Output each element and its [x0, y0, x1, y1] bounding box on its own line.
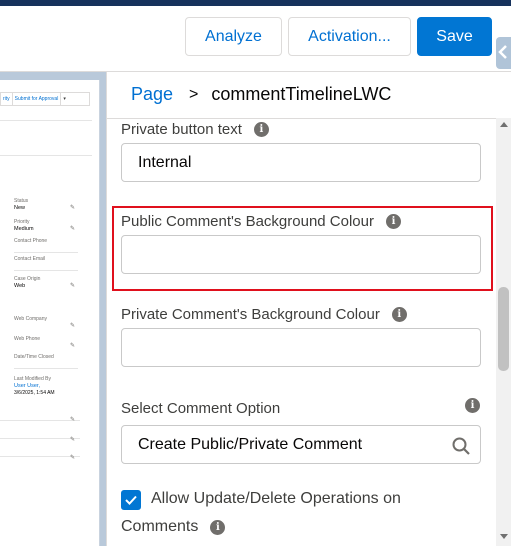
chevron-left-icon	[498, 45, 507, 59]
public-bg-colour-label: Public Comment's Background Colour i	[121, 213, 401, 230]
save-button[interactable]: Save	[417, 17, 492, 56]
divider	[107, 118, 496, 119]
page-canvas[interactable]: rity Submit for Approval ▾ Status New ✎ …	[0, 72, 106, 546]
info-icon[interactable]: i	[391, 307, 407, 322]
activation-button[interactable]: Activation...	[288, 17, 411, 56]
preview-divider	[0, 420, 80, 421]
private-button-text-input[interactable]: Internal	[121, 143, 481, 182]
info-icon[interactable]: i	[465, 398, 480, 413]
preview-divider	[0, 456, 80, 457]
breadcrumb-current: commentTimelineLWC	[211, 84, 392, 104]
comment-option-combobox[interactable]: Create Public/Private Comment	[121, 425, 481, 464]
allow-update-checkbox[interactable]	[121, 490, 141, 510]
pencil-icon: ✎	[70, 205, 76, 211]
pencil-icon: ✎	[70, 417, 76, 423]
builder-toolbar: Analyze Activation... Save	[0, 6, 511, 72]
pencil-icon: ✎	[70, 323, 76, 329]
pencil-icon: ✎	[70, 343, 76, 349]
comment-option-label: Select Comment Option	[121, 400, 281, 417]
chevron-down-icon: ▾	[63, 96, 66, 102]
breadcrumb: Page > commentTimelineLWC	[131, 84, 391, 105]
preview-action-bar: rity Submit for Approval ▾	[0, 92, 90, 106]
analyze-button[interactable]: Analyze	[185, 17, 282, 56]
scroll-up-arrow[interactable]	[500, 122, 508, 127]
record-preview: rity Submit for Approval ▾ Status New ✎ …	[0, 80, 100, 546]
allow-update-label: Allow Update/Delete Operations on	[151, 490, 401, 507]
private-bg-colour-label: Private Comment's Background Colour i	[121, 306, 407, 323]
preview-action: rity	[1, 93, 13, 105]
panel-toggle-handle[interactable]	[496, 37, 511, 69]
private-bg-colour-input[interactable]	[121, 328, 481, 367]
preview-divider	[0, 120, 92, 156]
search-icon	[452, 437, 470, 455]
info-icon[interactable]: i	[253, 122, 269, 137]
pencil-icon: ✎	[70, 226, 76, 232]
info-icon[interactable]: i	[210, 519, 226, 535]
public-bg-colour-input[interactable]	[121, 235, 481, 274]
breadcrumb-page-link[interactable]: Page	[131, 84, 173, 105]
pencil-icon: ✎	[70, 455, 76, 461]
pencil-icon: ✎	[70, 283, 76, 289]
info-icon[interactable]: i	[385, 214, 401, 229]
preview-action: Submit for Approval	[13, 93, 62, 105]
breadcrumb-separator: >	[189, 85, 199, 103]
private-button-text-label: Private button text i	[121, 121, 269, 138]
panel-scrollbar[interactable]	[496, 118, 511, 546]
pencil-icon: ✎	[70, 437, 76, 443]
scroll-thumb[interactable]	[498, 287, 509, 371]
preview-divider	[0, 438, 80, 439]
allow-update-label-continued: Comments i	[121, 518, 226, 536]
properties-panel: Page > commentTimelineLWC Private button…	[106, 72, 496, 546]
scroll-down-arrow[interactable]	[500, 534, 508, 539]
checkmark-icon	[125, 495, 137, 505]
